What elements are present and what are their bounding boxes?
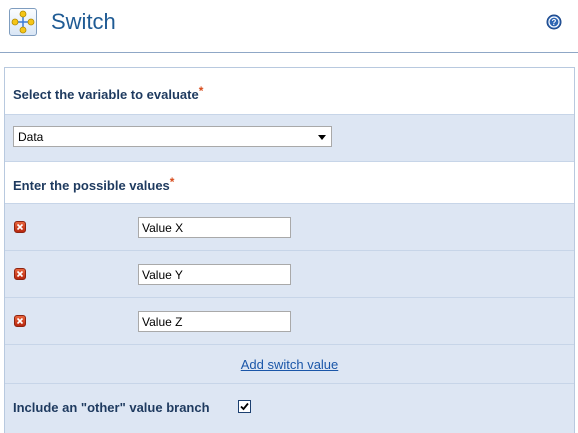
switch-value-row <box>5 297 574 344</box>
switch-value-input[interactable] <box>138 264 291 285</box>
switch-value-input[interactable] <box>138 311 291 332</box>
required-marker: * <box>198 84 204 98</box>
other-branch-label: Include an "other" value branch <box>13 400 210 415</box>
variable-select[interactable]: Data <box>13 126 332 147</box>
required-marker: * <box>169 175 175 189</box>
page-title: Switch <box>51 9 116 34</box>
switch-value-row <box>5 250 574 297</box>
switch-value-input[interactable] <box>138 217 291 238</box>
header: Switch ? <box>0 0 578 53</box>
other-branch-checkbox[interactable] <box>238 400 251 413</box>
switch-value-row <box>5 203 574 250</box>
switch-form-panel: Select the variable to evaluate* Data En… <box>4 67 575 433</box>
help-icon[interactable]: ? <box>546 14 562 30</box>
variable-section-label: Select the variable to evaluate* <box>13 84 204 102</box>
add-value-row: Add switch value <box>5 344 574 383</box>
svg-text:?: ? <box>552 18 557 27</box>
add-switch-value-link-wrap: Add switch value <box>5 357 574 372</box>
spacer <box>0 53 578 67</box>
values-section-header: Enter the possible values* <box>5 161 574 203</box>
delete-icon[interactable] <box>14 221 26 233</box>
variable-select-row: Data <box>5 114 574 161</box>
delete-icon[interactable] <box>14 315 26 327</box>
variable-section-header: Select the variable to evaluate* <box>5 68 574 114</box>
switch-workflow-icon <box>9 8 37 36</box>
delete-icon[interactable] <box>14 268 26 280</box>
chevron-down-icon <box>318 135 326 140</box>
other-branch-row: Include an "other" value branch <box>5 383 574 433</box>
add-switch-value-link[interactable]: Add switch value <box>241 357 339 372</box>
variable-select-value: Data <box>18 130 44 144</box>
values-section-label: Enter the possible values* <box>13 175 175 193</box>
